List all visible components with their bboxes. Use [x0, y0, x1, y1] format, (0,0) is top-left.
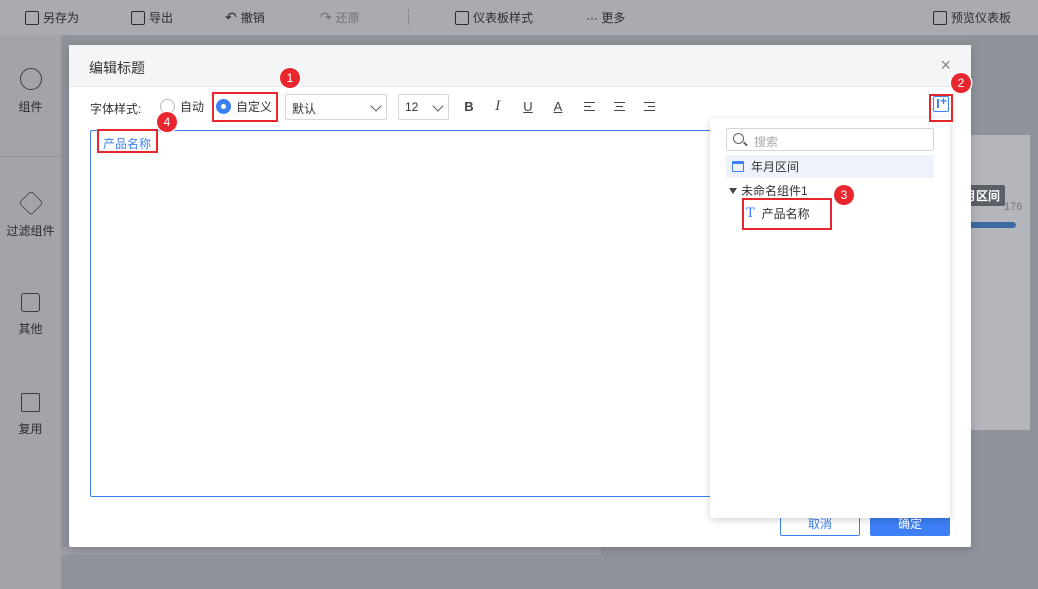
bold-button[interactable]: B [459, 97, 479, 117]
plus-circle-icon [19, 68, 42, 90]
list-icon [21, 293, 40, 312]
italic-button[interactable]: I [488, 97, 508, 117]
tree-node-label: 未命名组件1 [741, 184, 808, 198]
background-widget [968, 135, 1030, 430]
sidebar-divider [0, 156, 61, 157]
chevron-down-icon [370, 100, 382, 112]
font-size-select[interactable]: 12 [398, 94, 449, 120]
annotation-badge-2: 2 [951, 73, 971, 93]
highlight-box-1 [212, 92, 278, 122]
copy-icon [21, 393, 40, 412]
save-icon [25, 10, 39, 25]
export-label: 导出 [149, 11, 174, 25]
preview-dashboard-button[interactable]: 预览仪表板 [933, 9, 1011, 26]
field-selector-popup: 搜索 年月区间 未命名组件1 T 产品名称 [710, 118, 950, 518]
close-icon[interactable]: × [940, 55, 951, 75]
background-number: 176 [1004, 201, 1023, 213]
sidebar-item-label: 复用 [18, 422, 43, 436]
monitor-icon [933, 10, 947, 25]
more-button[interactable]: ··· 更多 [586, 9, 625, 26]
save-as-button[interactable]: 另存为 [25, 9, 79, 26]
font-family-value: 默认 [292, 102, 317, 116]
sidebar-item-filters[interactable]: 过滤组件 [0, 190, 61, 239]
style-icon [455, 10, 469, 25]
radio-auto-label: 自动 [180, 100, 205, 114]
annotation-badge-1: 1 [280, 68, 300, 88]
title-editor[interactable]: 产品名称 [90, 130, 712, 497]
redo-button[interactable]: ↷ 还原 [320, 9, 360, 26]
align-right-icon [643, 102, 655, 112]
align-right-button[interactable] [639, 97, 659, 117]
annotation-badge-4: 4 [157, 112, 177, 132]
chevron-down-icon [432, 100, 444, 112]
search-placeholder: 搜索 [754, 135, 779, 149]
highlight-box-4 [97, 129, 158, 153]
background-strip [61, 547, 601, 555]
more-label: ··· 更多 [586, 11, 626, 25]
underline-button[interactable]: U [518, 97, 538, 117]
undo-label: 撤销 [240, 11, 265, 25]
background-slider-bar [968, 222, 1016, 228]
toolbar-divider [408, 9, 409, 25]
sidebar-item-label: 组件 [18, 100, 43, 114]
sidebar-item-components[interactable]: 组件 [0, 68, 61, 115]
dashboard-style-label: 仪表板样式 [473, 11, 534, 25]
sidebar-item-label: 过滤组件 [6, 224, 55, 238]
format-toolbar: 字体样式: 自动 自定义 默认 12 B I U A [69, 93, 971, 121]
save-as-label: 另存为 [43, 11, 80, 25]
field-item-date-range[interactable]: 年月区间 [726, 155, 934, 178]
preview-label: 预览仪表板 [951, 11, 1012, 25]
triangle-down-icon [729, 187, 737, 194]
align-left-button[interactable] [579, 97, 599, 117]
redo-label: 还原 [335, 11, 360, 25]
font-color-button[interactable]: A [548, 97, 568, 117]
field-item-label: 年月区间 [751, 160, 800, 174]
sidebar-item-other[interactable]: 其他 [0, 293, 61, 337]
align-center-button[interactable] [609, 97, 629, 117]
font-size-value: 12 [405, 100, 419, 114]
dialog-title: 编辑标题 [89, 60, 145, 76]
redo-icon: ↷ [320, 9, 332, 25]
highlight-box-3 [742, 198, 832, 230]
align-center-icon [613, 102, 625, 112]
sidebar-item-reuse[interactable]: 复用 [0, 393, 61, 437]
search-input[interactable]: 搜索 [726, 128, 934, 151]
font-family-select[interactable]: 默认 [285, 94, 387, 120]
cube-icon [18, 190, 43, 216]
dashboard-style-button[interactable]: 仪表板样式 [455, 9, 533, 26]
highlight-box-2 [929, 94, 953, 122]
sidebar-item-label: 其他 [18, 322, 43, 336]
left-sidebar: 组件 过滤组件 其他 复用 [0, 35, 61, 589]
calendar-icon [732, 161, 744, 172]
font-style-label: 字体样式: [90, 102, 142, 116]
align-left-icon [583, 102, 595, 112]
undo-icon: ↶ [225, 9, 237, 25]
dialog-header: 编辑标题 × [69, 45, 971, 87]
export-button[interactable]: 导出 [131, 9, 173, 26]
export-icon [131, 10, 145, 25]
search-icon [733, 133, 744, 144]
annotation-badge-3: 3 [834, 185, 854, 205]
undo-button[interactable]: ↶ 撤销 [225, 9, 265, 26]
top-toolbar: 另存为 导出 ↶ 撤销 ↷ 还原 仪表板样式 ··· 更多 预览仪表板 [0, 0, 1038, 35]
